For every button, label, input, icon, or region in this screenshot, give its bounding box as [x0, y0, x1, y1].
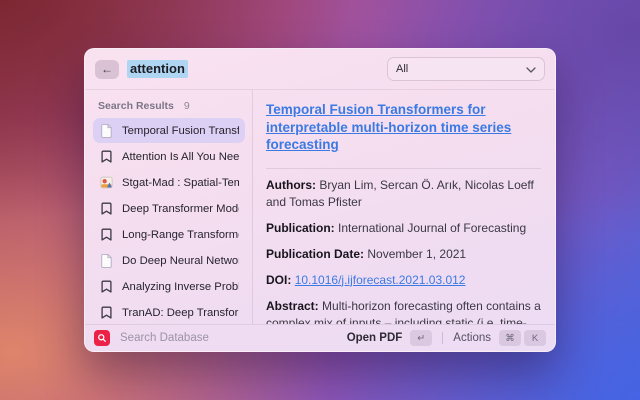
- document-icon: [99, 253, 114, 268]
- bookmark-icon: [99, 201, 114, 216]
- image-icon: [99, 175, 114, 190]
- filter-dropdown[interactable]: All: [387, 57, 545, 81]
- bookmark-icon: [99, 227, 114, 242]
- detail-divider: [266, 168, 541, 169]
- pubdate-field: Publication Date: November 1, 2021: [266, 246, 541, 263]
- footer-bar: Open PDF ↵ Actions ⌘ K: [85, 324, 555, 351]
- magnifier-icon: [96, 332, 108, 344]
- result-item[interactable]: Temporal Fusion Transformers f...: [93, 118, 245, 143]
- pubdate-value: November 1, 2021: [367, 247, 466, 261]
- command-key-icon: ⌘: [499, 330, 521, 346]
- publication-value: International Journal of Forecasting: [338, 221, 526, 235]
- doi-label: DOI:: [266, 273, 291, 287]
- document-icon: [99, 123, 114, 138]
- search-database-app-icon: [94, 330, 110, 346]
- bookmark-icon: [99, 305, 114, 320]
- search-query-text[interactable]: attention: [127, 60, 188, 78]
- bookmark-icon: [99, 279, 114, 294]
- k-key-icon: K: [524, 330, 546, 346]
- authors-label: Authors:: [266, 178, 316, 192]
- authors-field: Authors: Bryan Lim, Sercan Ö. Arık, Nico…: [266, 177, 541, 211]
- doi-field: DOI: 10.1016/j.ijforecast.2021.03.012: [266, 272, 541, 289]
- result-item[interactable]: Do Deep Neural Networks Contr...: [93, 248, 245, 273]
- results-list: Temporal Fusion Transformers f... Attent…: [93, 118, 245, 324]
- results-sidebar: Search Results 9 Temporal Fusion Transfo…: [85, 90, 253, 324]
- results-count-badge: 9: [184, 100, 190, 112]
- publication-label: Publication:: [266, 221, 335, 235]
- footer-search-input[interactable]: [118, 331, 339, 345]
- publication-field: Publication: International Journal of Fo…: [266, 220, 541, 237]
- result-item[interactable]: TranAD: Deep Transformer Net...: [93, 300, 245, 324]
- search-header: ← attention All: [85, 49, 555, 90]
- doi-link[interactable]: 10.1016/j.ijforecast.2021.03.012: [295, 273, 466, 287]
- results-section-title: Search Results: [98, 100, 174, 112]
- paper-title-link[interactable]: Temporal Fusion Transformers for interpr…: [266, 101, 541, 154]
- footer-divider: [442, 332, 443, 344]
- back-button[interactable]: ←: [95, 60, 119, 79]
- abstract-field: Abstract: Multi-horizon forecasting ofte…: [266, 298, 541, 324]
- result-item[interactable]: Long-Range Transformers for D...: [93, 222, 245, 247]
- return-key-icon: ↵: [410, 330, 432, 346]
- paper-detail-pane: Temporal Fusion Transformers for interpr…: [253, 90, 555, 324]
- results-section-header: Search Results 9: [93, 96, 245, 118]
- result-item[interactable]: Attention Is All You Need: [93, 144, 245, 169]
- chevron-down-icon: [526, 60, 536, 78]
- actions-button[interactable]: Actions: [453, 332, 491, 344]
- filter-dropdown-value: All: [396, 63, 520, 75]
- pubdate-label: Publication Date:: [266, 247, 364, 261]
- result-item[interactable]: Analyzing Inverse Problems with...: [93, 274, 245, 299]
- desktop-wallpaper: ← attention All Search Results 9 Tempora…: [0, 0, 640, 400]
- main-content: Search Results 9 Temporal Fusion Transfo…: [85, 90, 555, 324]
- result-item[interactable]: Deep Transformer Models for Ti...: [93, 196, 245, 221]
- abstract-label: Abstract:: [266, 299, 319, 313]
- search-app-window: ← attention All Search Results 9 Tempora…: [84, 48, 556, 352]
- actions-shortcut: ⌘ K: [499, 330, 546, 346]
- bookmark-icon: [99, 149, 114, 164]
- back-arrow-icon: ←: [101, 62, 113, 76]
- open-pdf-action[interactable]: Open PDF: [347, 332, 403, 344]
- result-item[interactable]: Stgat-Mad : Spatial-Temporal Gr...: [93, 170, 245, 195]
